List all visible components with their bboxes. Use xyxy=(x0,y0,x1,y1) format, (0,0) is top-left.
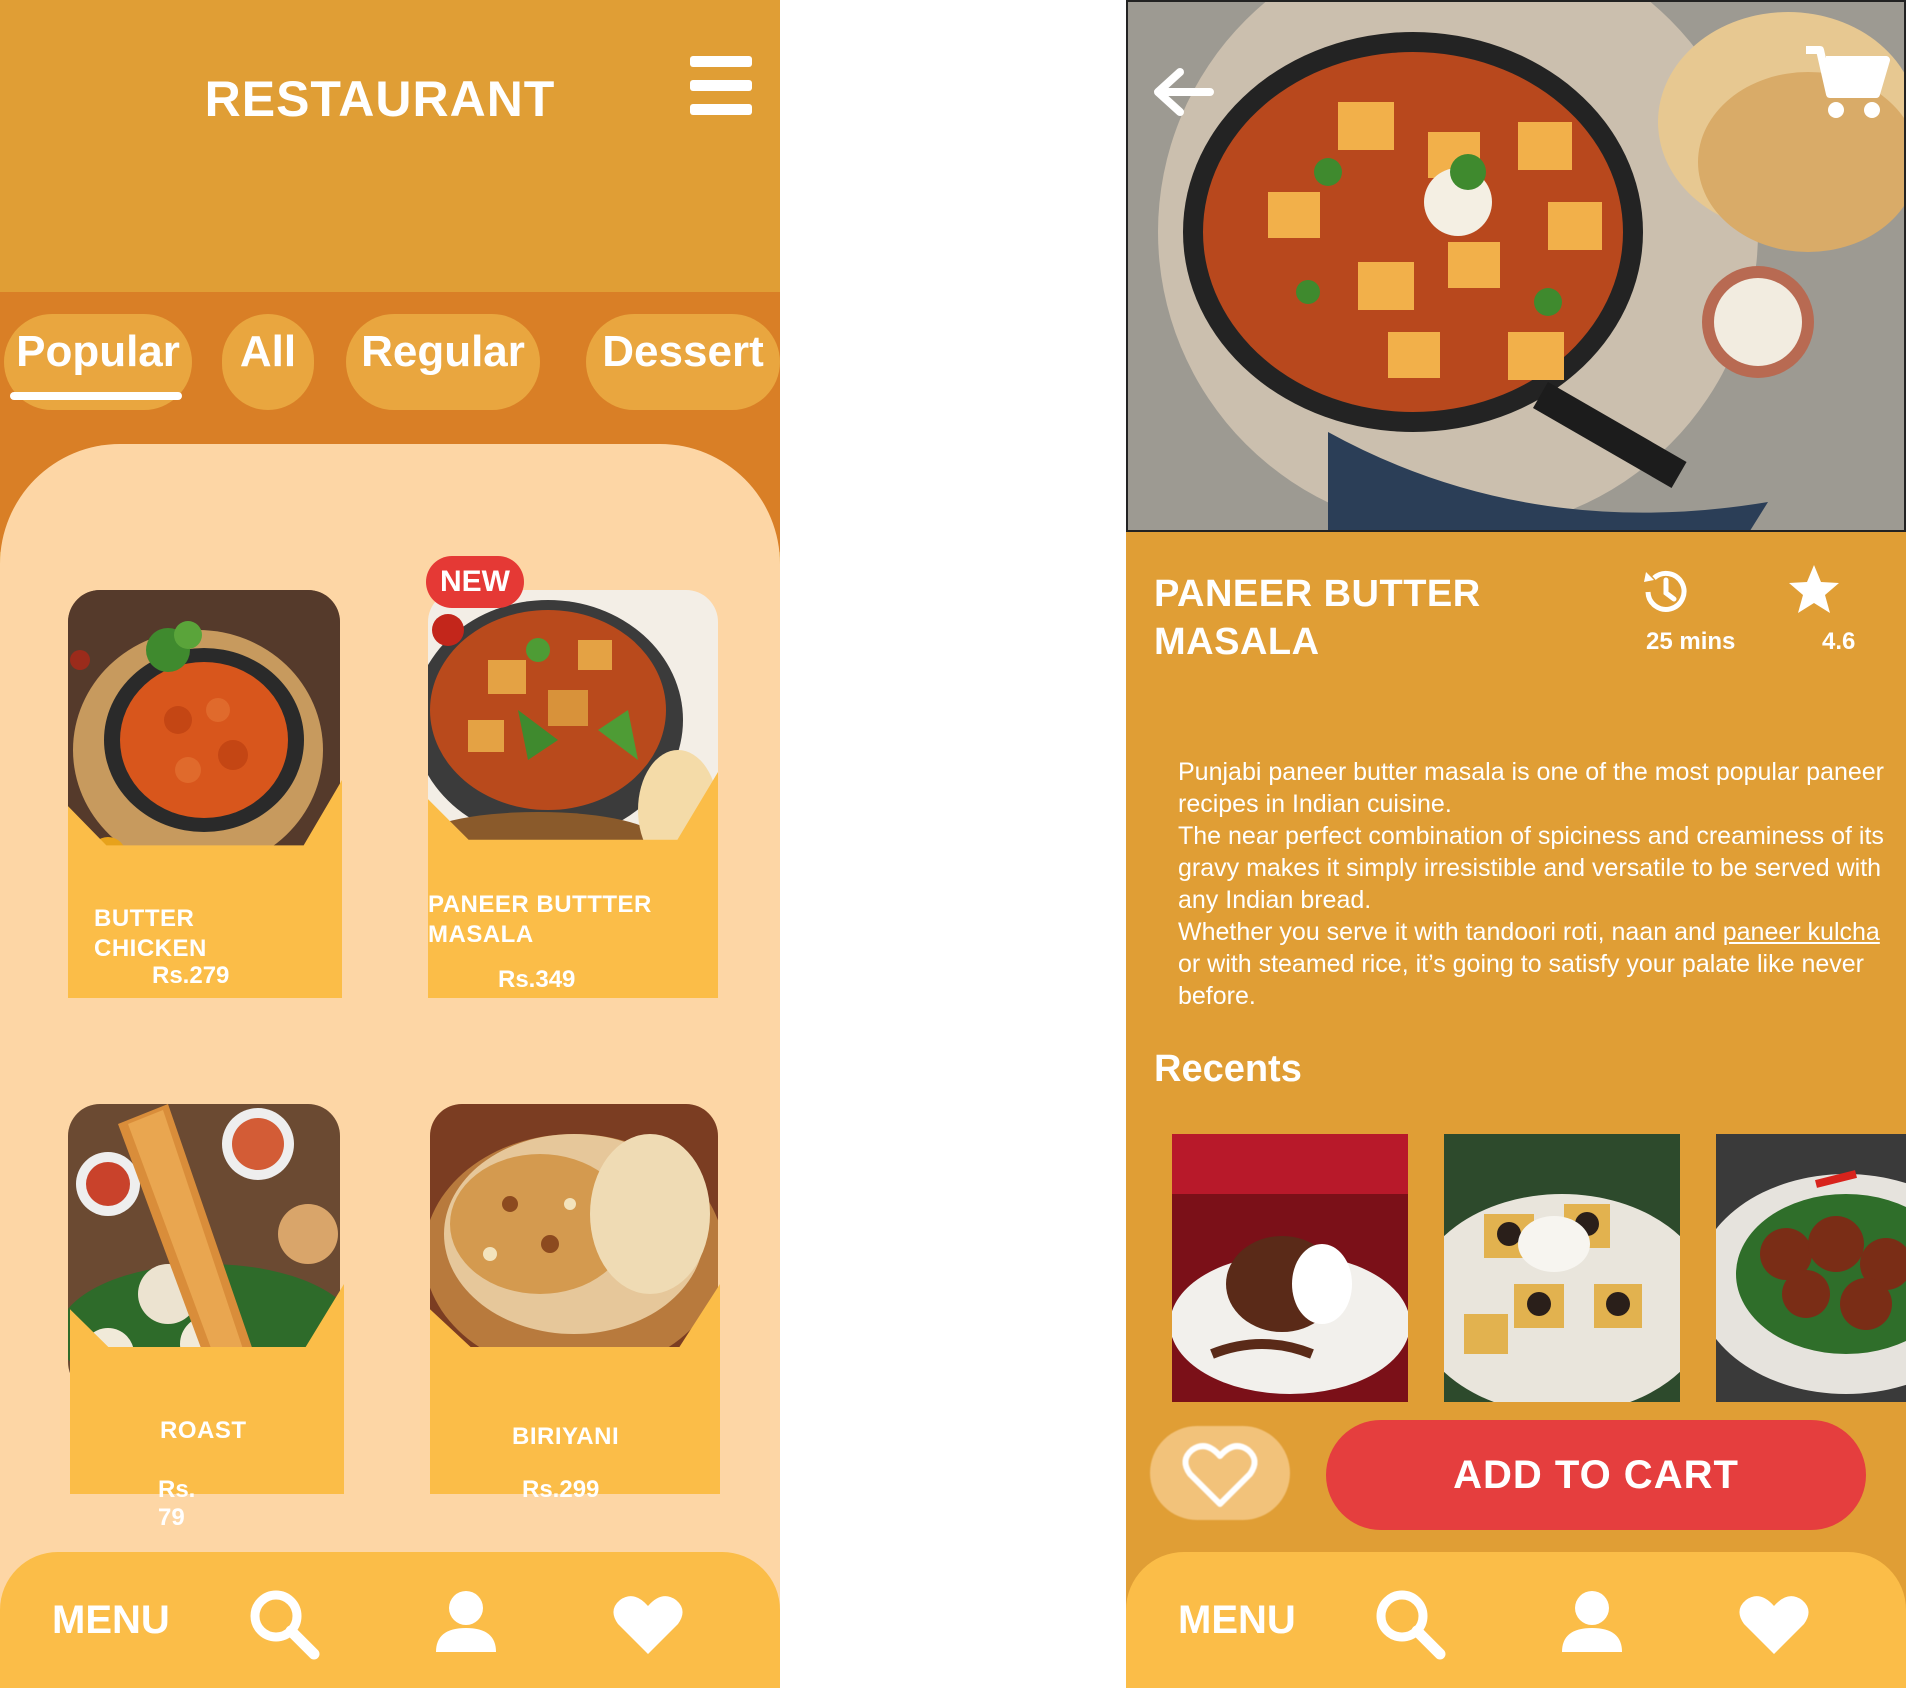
shopping-cart-icon[interactable] xyxy=(1804,42,1890,122)
item-name: BIRIYANI xyxy=(512,1423,620,1450)
heart-icon[interactable] xyxy=(1736,1586,1812,1662)
description-paragraph: Whether you serve it with tandoori roti,… xyxy=(1178,916,1886,1012)
dish-description: Punjabi paneer butter masala is one of t… xyxy=(1178,756,1886,1012)
item-name: BUTTER CHICKEN xyxy=(94,905,207,962)
tab-label: Regular xyxy=(361,327,525,376)
rating-value: 4.6 xyxy=(1822,628,1856,655)
new-badge: NEW xyxy=(426,556,524,608)
description-paragraph: The near perfect combination of spicines… xyxy=(1178,822,1884,914)
bottom-navigation: MENU xyxy=(0,1552,780,1688)
search-icon[interactable] xyxy=(1372,1586,1448,1662)
nav-menu-button[interactable]: MENU xyxy=(1178,1598,1296,1643)
dish-title: PANEER BUTTER MASALA xyxy=(1154,573,1481,663)
hamburger-menu-icon[interactable] xyxy=(690,56,752,116)
recent-item-thumbnail[interactable] xyxy=(1444,1134,1680,1402)
tab-popular[interactable]: Popular xyxy=(4,314,192,410)
history-clock-icon xyxy=(1644,570,1687,612)
search-icon[interactable] xyxy=(246,1586,322,1662)
description-paragraph: Punjabi paneer butter masala is one of t… xyxy=(1178,758,1885,818)
recent-item-thumbnail[interactable] xyxy=(1716,1134,1906,1402)
tab-label: Dessert xyxy=(602,327,764,376)
active-tab-underline xyxy=(10,392,182,400)
item-price: Rs. 79 xyxy=(158,1476,196,1531)
item-price: Rs.299 xyxy=(522,1476,600,1503)
prep-time: 25 mins xyxy=(1646,628,1736,655)
tab-label: All xyxy=(239,327,297,376)
add-to-cart-button[interactable]: ADD TO CART xyxy=(1326,1420,1866,1530)
recents-heading: Recents xyxy=(1154,1048,1302,1090)
recent-item-thumbnail[interactable] xyxy=(1172,1134,1408,1402)
user-icon[interactable] xyxy=(1554,1586,1630,1662)
paneer-kulcha-link[interactable]: paneer kulcha xyxy=(1723,918,1880,946)
dish-detail-screen: PANEER BUTTER MASALA 25 mins 4.6 Punjabi… xyxy=(1126,0,1906,1688)
bottom-navigation: MENU xyxy=(1126,1552,1906,1688)
user-icon[interactable] xyxy=(428,1586,504,1662)
tab-dessert[interactable]: Dessert xyxy=(586,314,780,410)
dish-hero-image xyxy=(1126,0,1906,532)
item-name: ROAST xyxy=(160,1417,247,1444)
heart-outline-icon xyxy=(1182,1443,1258,1507)
favorite-button[interactable] xyxy=(1150,1426,1290,1520)
tab-regular[interactable]: Regular xyxy=(346,314,540,410)
item-name: PANEER BUTTTER MASALA xyxy=(428,891,652,948)
tab-label: Popular xyxy=(16,327,180,376)
restaurant-list-screen: RESTAURANT Popular All Regular Dessert B… xyxy=(0,0,780,1688)
nav-menu-button[interactable]: MENU xyxy=(52,1598,170,1643)
heart-icon[interactable] xyxy=(610,1586,686,1662)
description-text: or with steamed rice, it’s going to sati… xyxy=(1178,950,1864,1010)
description-text: Whether you serve it with tandoori roti,… xyxy=(1178,918,1723,946)
item-price: Rs.279 xyxy=(152,962,230,989)
star-icon xyxy=(1789,565,1839,613)
back-arrow-icon[interactable] xyxy=(1148,62,1218,122)
food-photo xyxy=(68,590,340,890)
app-title: RESTAURANT xyxy=(204,71,556,127)
tab-all[interactable]: All xyxy=(222,314,314,410)
item-price: Rs.349 xyxy=(498,966,576,993)
